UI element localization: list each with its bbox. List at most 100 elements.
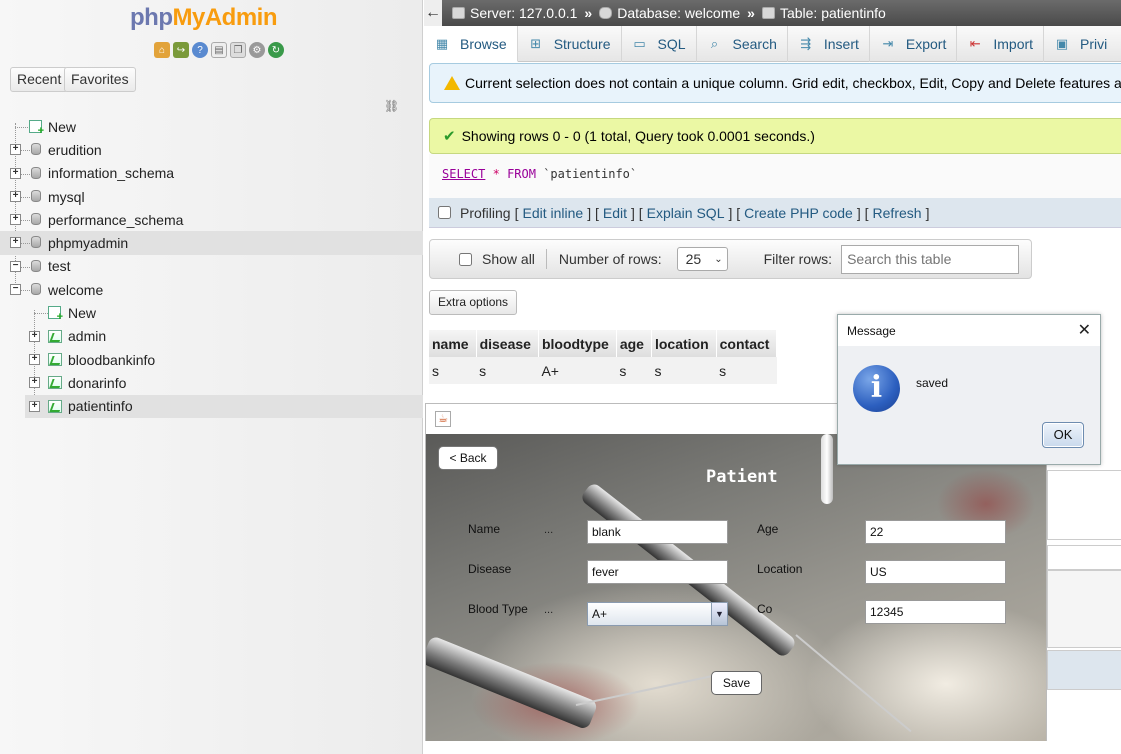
table-icon bbox=[48, 399, 62, 413]
tab-sql[interactable]: ▭ SQL bbox=[622, 26, 697, 62]
home-icon[interactable]: ⌂ bbox=[154, 42, 170, 58]
form-title: Patient bbox=[706, 467, 778, 487]
tab-export[interactable]: ⇥ Export bbox=[870, 26, 958, 62]
message-dialog: Message ✕ i saved OK bbox=[837, 314, 1101, 465]
contact-input[interactable]: 12345 bbox=[865, 600, 1006, 624]
browse-icon: ▦ bbox=[435, 35, 449, 51]
server-icon bbox=[452, 7, 465, 19]
expand-icon[interactable]: + bbox=[29, 377, 40, 389]
expand-icon[interactable]: + bbox=[10, 167, 21, 179]
breadcrumb: ← Server: 127.0.0.1 » Database: welcome … bbox=[424, 0, 1121, 26]
back-button[interactable]: < Back bbox=[438, 446, 498, 470]
expand-icon[interactable]: + bbox=[29, 330, 40, 342]
expand-icon[interactable]: + bbox=[10, 190, 21, 202]
warning-icon bbox=[444, 76, 460, 90]
vial-image bbox=[821, 434, 833, 504]
contact-label: Co bbox=[757, 602, 773, 616]
database-tree: New + erudition + information_schema + m… bbox=[0, 115, 423, 418]
breadcrumb-table[interactable]: Table: patientinfo bbox=[780, 5, 886, 21]
expand-icon[interactable]: + bbox=[10, 144, 21, 156]
logout-icon[interactable]: ↪ bbox=[173, 42, 189, 58]
name-input[interactable]: blank bbox=[587, 520, 728, 544]
breadcrumb-server[interactable]: Server: 127.0.0.1 bbox=[470, 5, 577, 21]
tree-item-table[interactable]: + admin bbox=[0, 325, 423, 348]
recent-tab[interactable]: Recent bbox=[10, 67, 69, 92]
tree-item-database[interactable]: + information_schema bbox=[0, 162, 423, 185]
phpmyadmin-logo[interactable]: phpMyAdmin bbox=[130, 4, 277, 32]
filter-rows-input[interactable] bbox=[841, 244, 1020, 274]
tree-item-database[interactable]: + erudition bbox=[0, 138, 423, 161]
form-background: < Back Patient Name ... blank Age 22 Dis… bbox=[426, 434, 1046, 741]
tree-item-database[interactable]: + performance_schema bbox=[0, 208, 423, 231]
help-icon[interactable]: ? bbox=[192, 42, 208, 58]
tab-insert[interactable]: ⇶ Insert bbox=[788, 26, 870, 62]
database-icon bbox=[599, 7, 613, 19]
tab-browse[interactable]: ▦ Browse bbox=[424, 26, 518, 62]
edit-inline-link[interactable]: Edit inline bbox=[522, 205, 583, 221]
column-header[interactable]: age bbox=[616, 330, 652, 357]
save-button[interactable]: Save bbox=[711, 671, 762, 695]
gear-icon[interactable]: ⚙ bbox=[249, 42, 265, 58]
tree-item-table[interactable]: + patientinfo bbox=[25, 394, 423, 418]
rows-per-page-select[interactable]: 25 ⌄ bbox=[676, 247, 728, 271]
tab-search[interactable]: ⌕ Search bbox=[697, 26, 788, 62]
reload-icon[interactable]: ↻ bbox=[268, 42, 284, 58]
show-all-checkbox[interactable] bbox=[459, 252, 472, 266]
tree-item-new-table[interactable]: New bbox=[0, 301, 423, 324]
dialog-titlebar: Message ✕ bbox=[847, 320, 1091, 340]
tab-privileges[interactable]: ▣ Privi bbox=[1044, 26, 1117, 62]
column-header[interactable]: contact bbox=[716, 330, 778, 357]
expand-icon[interactable]: + bbox=[10, 214, 21, 226]
disease-input[interactable]: fever bbox=[587, 560, 728, 584]
tab-import[interactable]: ⇤ Import bbox=[957, 26, 1045, 62]
expand-icon[interactable]: + bbox=[29, 353, 40, 365]
chevron-down-icon: ⌄ bbox=[714, 253, 723, 265]
tree-item-table[interactable]: + bloodbankinfo bbox=[0, 348, 423, 371]
needle-image bbox=[795, 634, 912, 733]
tab-bar: ▦ Browse ⊞ Structure ▭ SQL ⌕ Search ⇶ Insert … bbox=[424, 26, 1121, 62]
profiling-checkbox[interactable] bbox=[438, 206, 451, 219]
refresh-link[interactable]: Refresh bbox=[873, 205, 922, 221]
blood-type-select[interactable]: A+ ▼ bbox=[587, 602, 728, 626]
close-icon[interactable]: ✕ bbox=[1078, 320, 1091, 340]
database-icon bbox=[31, 236, 41, 249]
tree-item-table[interactable]: + donarinfo bbox=[0, 371, 423, 394]
location-input[interactable]: US bbox=[865, 560, 1006, 584]
expand-icon[interactable]: + bbox=[10, 237, 21, 249]
checkmark-icon: ✔ bbox=[443, 128, 456, 145]
table-cell: s bbox=[716, 357, 777, 384]
age-input[interactable]: 22 bbox=[865, 520, 1006, 544]
edit-link[interactable]: Edit bbox=[603, 205, 627, 221]
create-php-code-link[interactable]: Create PHP code bbox=[744, 205, 853, 221]
favorites-tab[interactable]: Favorites bbox=[64, 67, 136, 92]
privileges-icon: ▣ bbox=[1055, 36, 1069, 51]
copy-icon[interactable]: ❐ bbox=[230, 42, 246, 58]
tree-item-database[interactable]: − test bbox=[0, 255, 423, 278]
column-header[interactable]: location bbox=[651, 330, 717, 357]
database-icon bbox=[31, 166, 41, 179]
docs-icon[interactable]: ▤ bbox=[211, 42, 227, 58]
collapse-icon[interactable]: − bbox=[10, 284, 21, 296]
back-arrow-icon[interactable]: ← bbox=[424, 0, 442, 26]
tree-item-new[interactable]: New bbox=[0, 115, 423, 138]
java-icon: ☕ bbox=[435, 411, 451, 427]
breadcrumb-database[interactable]: Database: welcome bbox=[617, 5, 740, 21]
tree-item-database[interactable]: − welcome bbox=[0, 278, 423, 301]
column-header[interactable]: name bbox=[429, 330, 477, 357]
extra-options-button[interactable]: Extra options bbox=[429, 290, 518, 315]
explain-sql-link[interactable]: Explain SQL bbox=[647, 205, 725, 221]
column-header[interactable]: disease bbox=[476, 330, 539, 357]
tab-structure[interactable]: ⊞ Structure bbox=[518, 26, 622, 62]
ok-button[interactable]: OK bbox=[1042, 422, 1084, 448]
collapse-icon[interactable]: − bbox=[10, 260, 21, 272]
expand-icon[interactable]: + bbox=[29, 400, 40, 412]
info-icon: i bbox=[853, 365, 900, 412]
dialog-body: i saved OK bbox=[838, 346, 1100, 464]
link-icon[interactable]: ⛓ bbox=[384, 99, 399, 113]
column-header[interactable]: bloodtype bbox=[538, 330, 617, 357]
tree-item-database[interactable]: + phpmyadmin bbox=[0, 231, 423, 255]
warning-message: Current selection does not contain a uni… bbox=[429, 63, 1121, 103]
tree-item-database[interactable]: + mysql bbox=[0, 185, 423, 208]
location-label: Location bbox=[757, 562, 803, 576]
background-panel bbox=[1047, 570, 1121, 648]
